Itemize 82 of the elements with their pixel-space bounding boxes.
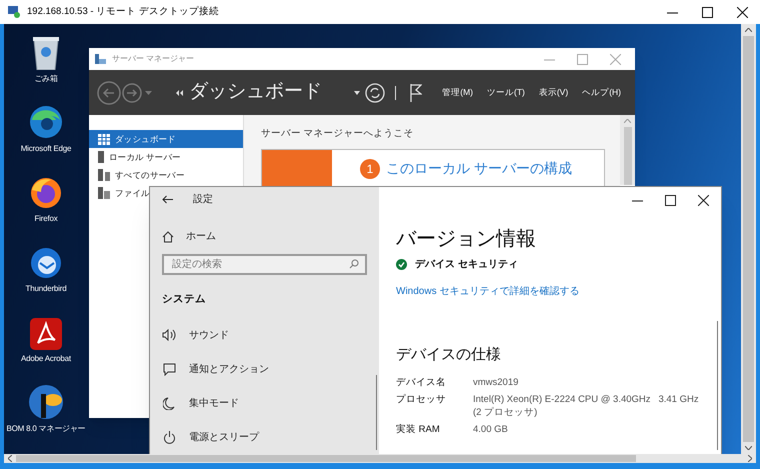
acrobat-logo-icon	[30, 318, 62, 350]
home-link[interactable]: ホーム	[150, 229, 379, 244]
spec-value: Intel(R) Xeon(R) E-2224 CPU @ 3.40GHz 3.41 GHz	[473, 392, 699, 406]
nav-item[interactable]: ダッシュボード	[89, 130, 243, 148]
grid-icon	[98, 134, 110, 144]
desktop-shortcut[interactable]: Firefox	[29, 168, 63, 238]
shortcut-label: Microsoft Edge	[20, 143, 72, 155]
menu-item[interactable]: 管理(M)	[442, 86, 473, 99]
forward-icon[interactable]	[122, 82, 142, 102]
edge-logo-icon	[28, 104, 64, 140]
spec-value: vmws2019	[473, 376, 518, 388]
settings-nav-item[interactable]: 通知とアクション	[150, 352, 273, 386]
moon-icon	[163, 396, 175, 410]
shortcut-label: Thunderbird	[26, 283, 66, 295]
shortcut-label: ごみ箱	[34, 73, 58, 85]
scrollbar-thumb[interactable]	[743, 36, 754, 442]
section-heading: デバイスの仕様	[396, 345, 501, 365]
spec-value: 4.00 GB	[473, 422, 508, 436]
power-icon	[162, 430, 176, 444]
spec-label: プロセッサ	[396, 392, 447, 406]
check-icon	[396, 259, 407, 270]
scroll-up-icon[interactable]	[745, 28, 752, 32]
nav-item[interactable]: ファイル	[89, 184, 151, 202]
servers-icon	[98, 169, 110, 181]
desktop-shortcut[interactable]: Thunderbird	[26, 238, 66, 308]
settings-nav-item[interactable]: サウンド	[150, 318, 233, 352]
recycle-bin-icon	[32, 36, 60, 70]
section-heading: システム	[161, 292, 206, 308]
search-field[interactable]: 設定の検索	[162, 254, 367, 276]
back-arrow-icon[interactable]	[162, 194, 173, 204]
scroll-right-icon[interactable]	[748, 455, 752, 462]
scrollbar-thumb[interactable]	[624, 127, 632, 185]
message-icon	[162, 362, 176, 376]
nav-item[interactable]: すべてのサーバー	[89, 166, 186, 184]
maximize-icon[interactable]	[665, 194, 676, 206]
menu-item[interactable]: ヘルプ(H)	[582, 86, 621, 99]
desktop-shortcut[interactable]: Microsoft Edge	[20, 98, 72, 168]
page-heading: バージョン情報	[396, 227, 536, 251]
spec-label: 実装 RAM	[396, 422, 441, 436]
file-server-icon	[98, 187, 110, 199]
flag-icon[interactable]	[410, 84, 422, 102]
security-status: デバイス セキュリティ	[415, 258, 518, 272]
remote-desktop-icon	[8, 6, 21, 18]
thunderbird-logo-icon	[29, 246, 63, 280]
shortcut-label: Adobe Acrobat	[21, 353, 71, 365]
shortcut-label: BOM 8.0 マネージャー	[6, 423, 86, 435]
double-chevron-icon	[176, 90, 183, 96]
back-icon[interactable]	[97, 80, 121, 104]
configure-link[interactable]: このローカル サーバーの構成	[386, 159, 572, 178]
spec-value: (2 プロセッサ)	[473, 406, 538, 418]
welcome-heading: サーバー マネージャーへようこそ	[261, 127, 414, 141]
server-manager-icon	[95, 54, 106, 64]
desktop-shortcut[interactable]: ごみ箱	[32, 28, 60, 98]
shortcut-label: Firefox	[34, 213, 58, 225]
speaker-icon	[162, 329, 176, 341]
bom-logo-icon	[28, 384, 64, 420]
window-title: 192.168.10.53 - リモート デスクトップ接続	[27, 4, 219, 19]
desktop-shortcut[interactable]: Adobe Acrobat	[21, 308, 71, 378]
window-title: サーバー マネージャー	[112, 53, 194, 65]
maximize-icon[interactable]	[702, 6, 713, 18]
menu-item[interactable]: 表示(V)	[538, 86, 568, 99]
desktop-shortcut[interactable]: BOM 8.0 マネージャー	[6, 378, 86, 448]
home-icon	[162, 230, 174, 243]
scroll-down-icon[interactable]	[745, 446, 752, 450]
server-icon	[98, 151, 104, 163]
menu-item[interactable]: ツール(T)	[486, 86, 525, 99]
settings-title: 設定	[193, 192, 213, 207]
security-link[interactable]: Windows セキュリティで詳細を確認する	[396, 284, 580, 299]
close-icon[interactable]	[698, 194, 709, 206]
refresh-icon[interactable]	[365, 82, 386, 102]
caret-icon[interactable]	[354, 90, 360, 94]
spec-label: デバイス名	[396, 376, 447, 388]
nav-item[interactable]: ローカル サーバー	[89, 148, 182, 166]
settings-nav-item[interactable]: 集中モード	[150, 386, 243, 420]
search-icon	[349, 259, 359, 270]
settings-nav-item[interactable]: 電源とスリープ	[150, 420, 263, 454]
scrollbar-thumb[interactable]	[16, 455, 636, 462]
scroll-left-icon[interactable]	[8, 455, 12, 462]
step-number: 1	[360, 159, 380, 180]
page-title: ダッシュボード	[189, 80, 322, 104]
firefox-logo-icon	[29, 176, 63, 210]
close-icon[interactable]	[737, 6, 748, 18]
